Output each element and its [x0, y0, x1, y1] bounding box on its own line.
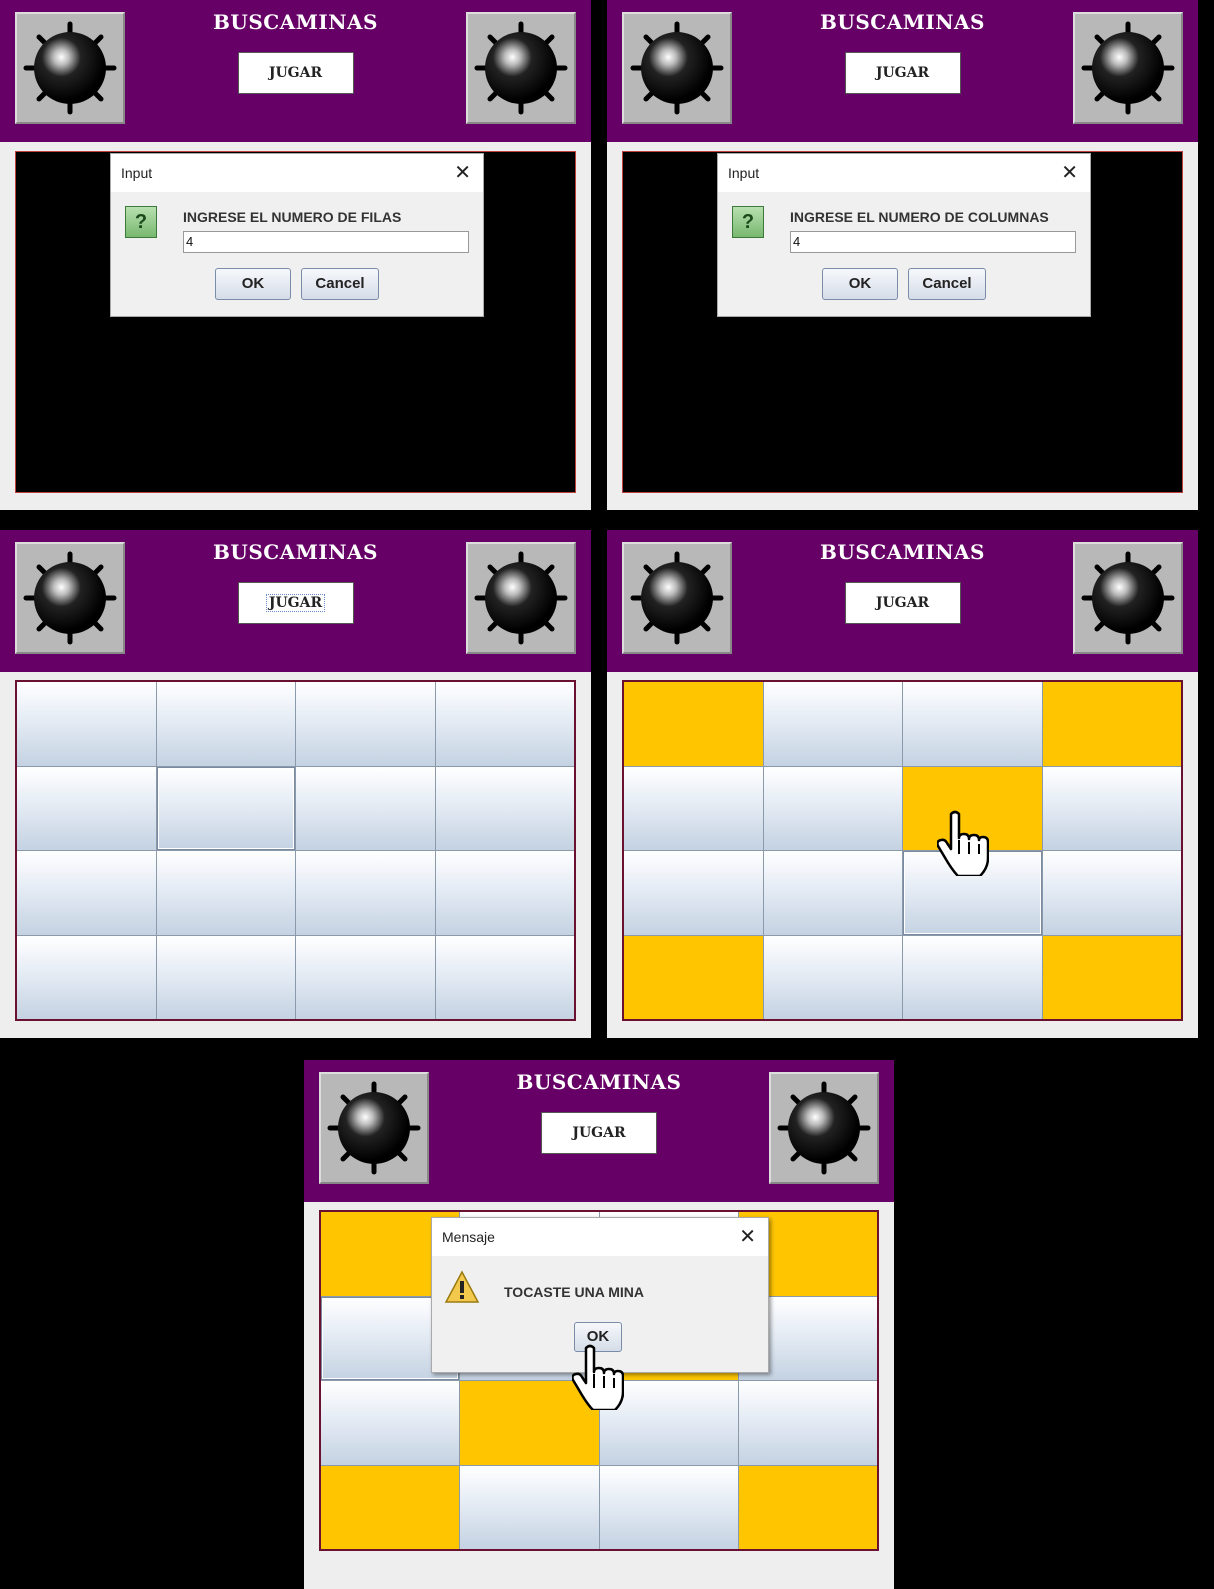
window-revealed-board: BUSCAMINAS JUGAR: [607, 530, 1198, 1038]
dialog-title: Mensaje: [442, 1229, 495, 1245]
board-cell[interactable]: [738, 1381, 877, 1465]
window-rows-input: BUSCAMINAS JUGAR Input ✕ ? INGRESE EL NU…: [0, 0, 591, 510]
board-cell[interactable]: [763, 935, 902, 1019]
dialog-title-bar: Input ✕: [718, 154, 1090, 192]
dialog-message: INGRESE EL NUMERO DE FILAS: [183, 209, 402, 225]
board-cell[interactable]: [296, 935, 435, 1019]
mine-icon: [1073, 12, 1183, 124]
header: BUSCAMINAS JUGAR: [0, 530, 591, 672]
header: BUSCAMINAS JUGAR: [607, 530, 1198, 672]
window-empty-board: BUSCAMINAS JUGAR: [0, 530, 591, 1038]
board-cell[interactable]: [17, 851, 156, 935]
close-icon[interactable]: ✕: [454, 160, 471, 185]
hand-cursor-icon: [571, 1344, 625, 1415]
mine-cell[interactable]: [624, 935, 763, 1019]
board-cell[interactable]: [296, 766, 435, 850]
mine-cell[interactable]: [624, 682, 763, 766]
board-cell[interactable]: [599, 1465, 738, 1549]
board-cell[interactable]: [624, 766, 763, 850]
board-cell[interactable]: [296, 851, 435, 935]
play-button[interactable]: JUGAR: [237, 52, 354, 94]
board-cell[interactable]: [903, 682, 1042, 766]
board-cell[interactable]: [763, 682, 902, 766]
board-cell[interactable]: [435, 766, 574, 850]
board-cell[interactable]: [763, 766, 902, 850]
board-cell[interactable]: [624, 851, 763, 935]
game-board: [622, 680, 1183, 1021]
mine-cell[interactable]: [738, 1465, 877, 1549]
mine-icon: [769, 1072, 879, 1184]
question-icon: ?: [125, 206, 157, 238]
board-cell[interactable]: [1042, 851, 1181, 935]
board-cell[interactable]: [156, 935, 295, 1019]
window-cols-input: BUSCAMINAS JUGAR Input ✕ ? INGRESE EL NU…: [607, 0, 1198, 510]
input-dialog: Input ✕ ? INGRESE EL NUMERO DE FILAS 4 O…: [110, 153, 484, 317]
board-cell[interactable]: [296, 682, 435, 766]
board-cell[interactable]: [17, 935, 156, 1019]
dialog-title: Input: [121, 165, 153, 181]
mine-cell[interactable]: [321, 1465, 460, 1549]
board-cell[interactable]: [435, 851, 574, 935]
dialog-title-bar: Input ✕: [111, 154, 483, 192]
header: BUSCAMINAS JUGAR: [304, 1060, 894, 1202]
board-cell[interactable]: [1042, 766, 1181, 850]
board-cell[interactable]: [435, 935, 574, 1019]
rows-input[interactable]: 4: [183, 231, 469, 253]
columns-input[interactable]: 4: [790, 231, 1076, 253]
board-cell[interactable]: [156, 851, 295, 935]
header: BUSCAMINAS JUGAR: [607, 0, 1198, 142]
board-cell[interactable]: [321, 1381, 460, 1465]
cancel-button[interactable]: Cancel: [301, 268, 379, 300]
board-cell[interactable]: [17, 766, 156, 850]
game-board: [15, 680, 576, 1021]
mine-icon: [466, 12, 576, 124]
cancel-button[interactable]: Cancel: [908, 268, 986, 300]
dialog-title: Input: [728, 165, 760, 181]
mine-icon: [1073, 542, 1183, 654]
dialog-title-bar: Mensaje ✕: [432, 1218, 768, 1256]
board-cell[interactable]: [903, 935, 1042, 1019]
mine-icon: [466, 542, 576, 654]
play-button[interactable]: JUGAR: [541, 1112, 657, 1154]
board-cell[interactable]: [17, 682, 156, 766]
question-icon: ?: [732, 206, 764, 238]
mine-cell[interactable]: [1042, 682, 1181, 766]
window-mine-hit: BUSCAMINAS JUGAR Mensaje ✕ TOCASTE UNA M…: [304, 1060, 894, 1589]
play-button[interactable]: JUGAR: [844, 582, 961, 624]
board-cell[interactable]: [156, 682, 295, 766]
dialog-message: INGRESE EL NUMERO DE COLUMNAS: [790, 209, 1049, 225]
input-dialog: Input ✕ ? INGRESE EL NUMERO DE COLUMNAS …: [717, 153, 1091, 317]
play-button[interactable]: JUGAR: [237, 582, 354, 624]
header: BUSCAMINAS JUGAR: [0, 0, 591, 142]
ok-button[interactable]: OK: [822, 268, 898, 300]
warning-icon: [444, 1270, 480, 1303]
dialog-message: TOCASTE UNA MINA: [504, 1284, 644, 1300]
ok-button[interactable]: OK: [215, 268, 291, 300]
board-cell[interactable]: [763, 851, 902, 935]
board-cell[interactable]: [156, 766, 295, 850]
board-cell[interactable]: [435, 682, 574, 766]
close-icon[interactable]: ✕: [1061, 160, 1078, 185]
play-button[interactable]: JUGAR: [844, 52, 961, 94]
mine-cell[interactable]: [1042, 935, 1181, 1019]
board-cell[interactable]: [460, 1465, 599, 1549]
close-icon[interactable]: ✕: [739, 1224, 756, 1249]
hand-cursor-icon: [936, 810, 990, 881]
